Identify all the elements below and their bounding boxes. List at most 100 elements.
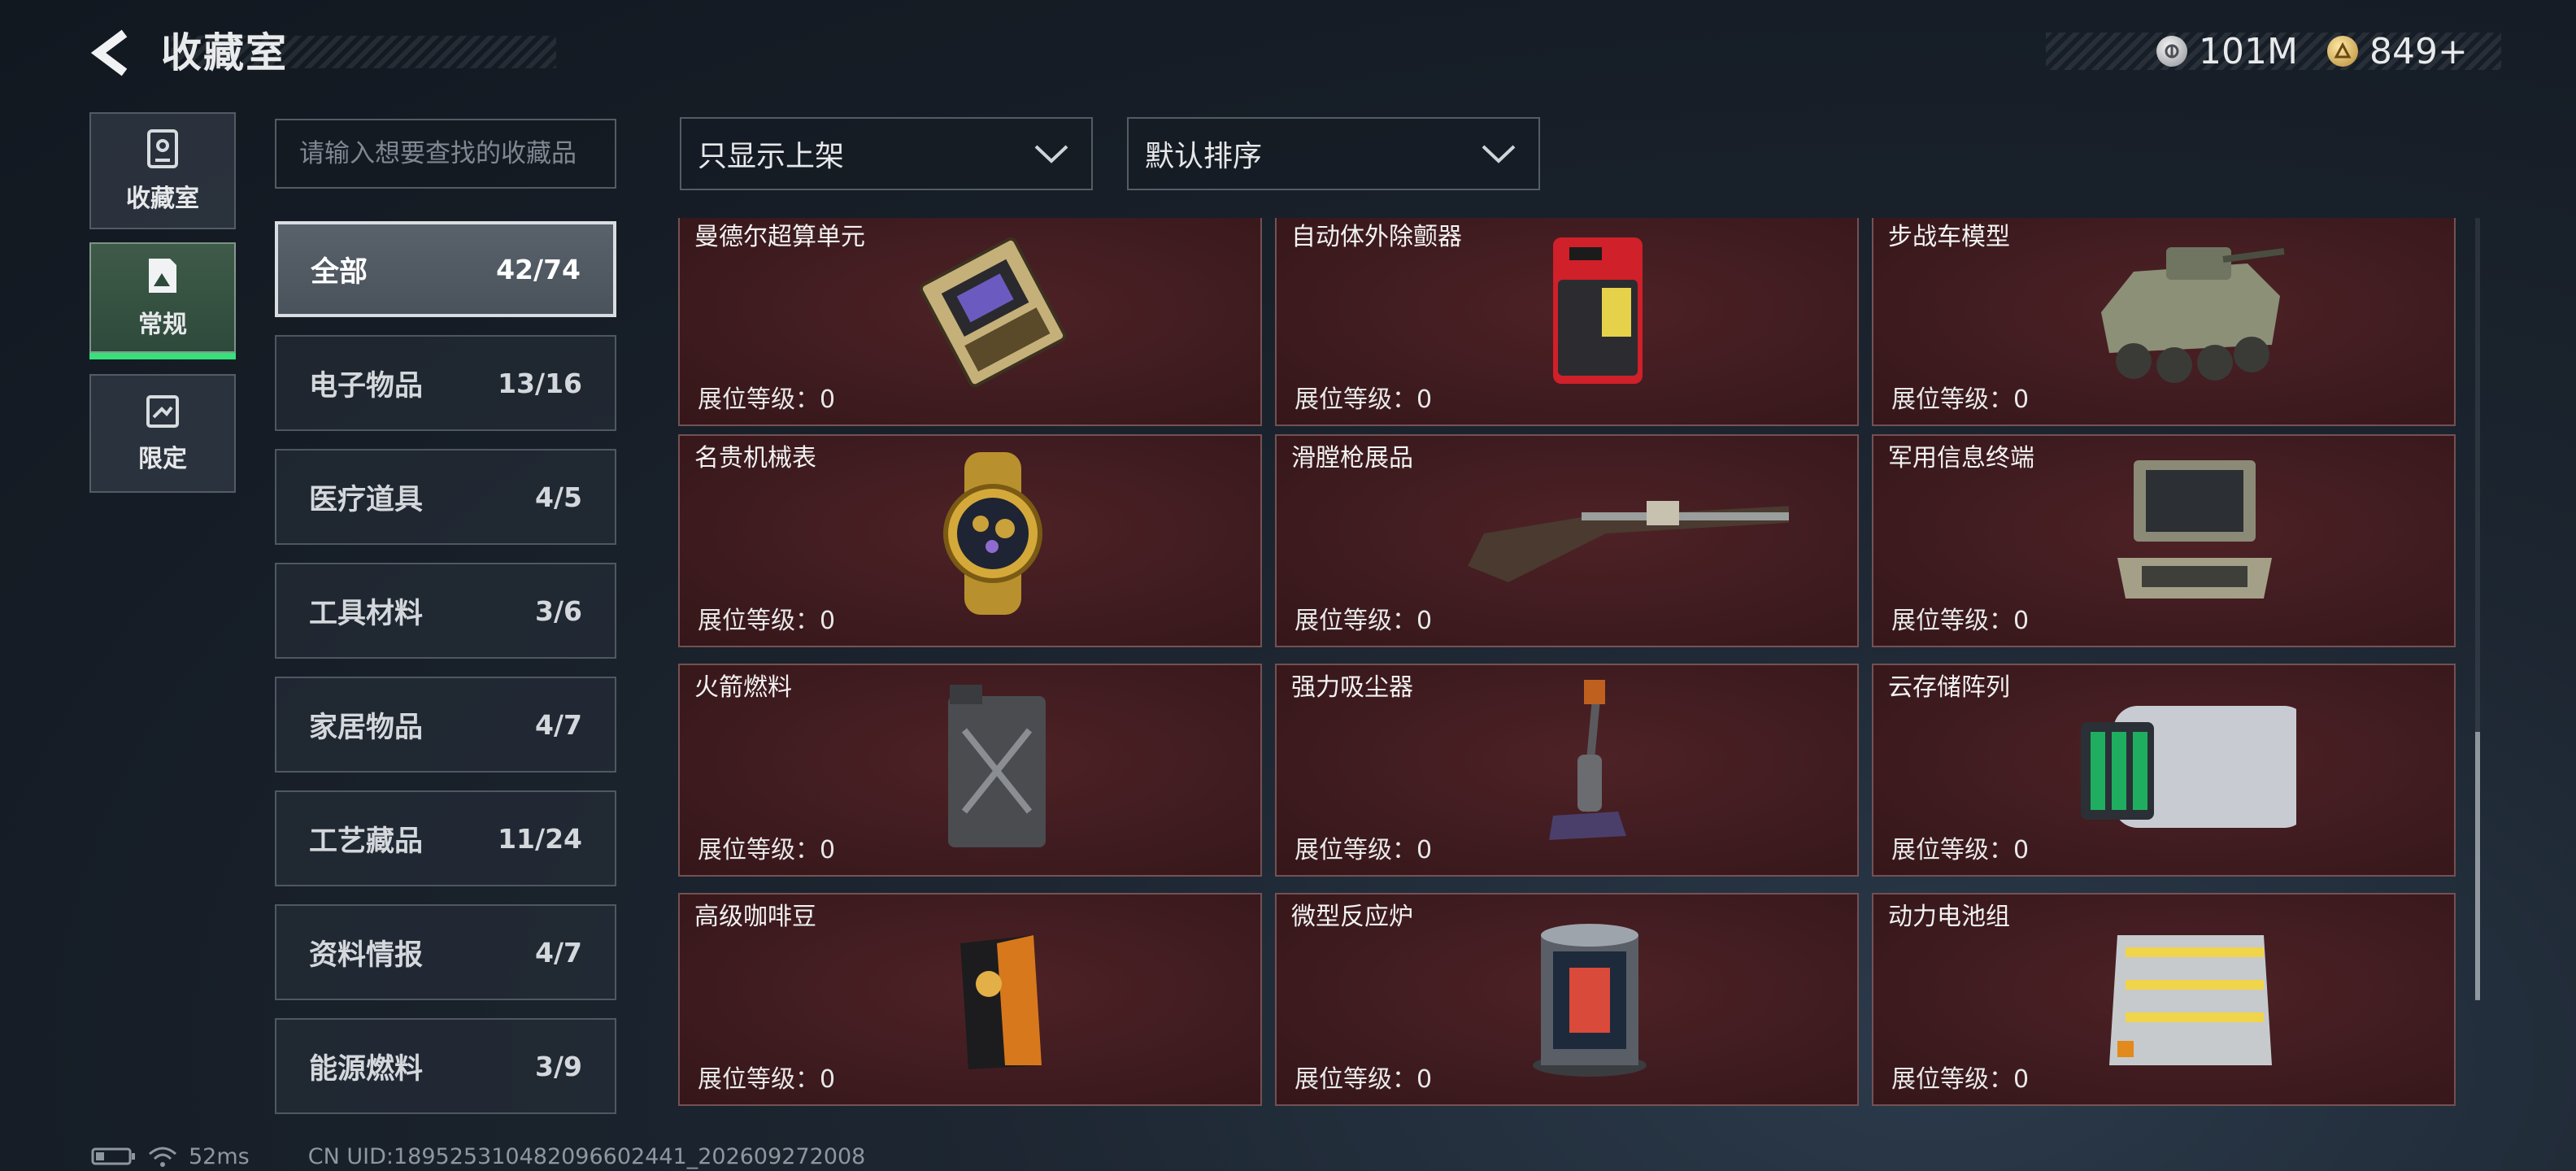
item-name: 高级咖啡豆	[694, 903, 816, 931]
chevron-down-icon	[1034, 145, 1068, 163]
item-name: 滑膛枪展品	[1291, 444, 1413, 472]
gold-currency-value: 849+	[2369, 30, 2468, 72]
category-crafts[interactable]: 工艺藏品 11/24	[275, 790, 616, 886]
regular-icon	[149, 259, 176, 293]
silver-currency-value: 101M	[2199, 30, 2298, 72]
item-card[interactable]: 微型反应炉 展位等级：0	[1275, 893, 1859, 1106]
rail-label: 限定	[138, 445, 187, 473]
micro-reactor-icon	[1533, 924, 1647, 1077]
category-count: 4/7	[535, 708, 582, 741]
item-card[interactable]: 名贵机械表 展位等级：0	[678, 434, 1262, 647]
item-level: 展位等级：0	[1891, 1065, 2030, 1094]
category-count: 42/74	[496, 253, 581, 285]
item-name: 军用信息终端	[1888, 444, 2034, 472]
rail-label: 收藏室	[126, 185, 199, 213]
gold-coin-icon	[2327, 36, 2358, 67]
silver-currency[interactable]: 101M	[2156, 28, 2298, 75]
collection-room-icon	[147, 129, 178, 168]
item-card[interactable]: 自动体外除颤器 展位等级：0	[1275, 218, 1859, 426]
sort-value: 默认排序	[1145, 140, 1263, 173]
item-level: 展位等级：0	[1295, 385, 1433, 414]
rail-collection-room[interactable]: 收藏室	[89, 112, 236, 229]
item-level: 展位等级：0	[1891, 607, 2030, 635]
item-card[interactable]: 火箭燃料 展位等级：0	[678, 664, 1262, 877]
back-button[interactable]	[85, 24, 141, 81]
supercomputer-unit-icon	[919, 237, 1067, 388]
category-tools[interactable]: 工具材料 3/6	[275, 563, 616, 659]
category-count: 13/16	[498, 367, 582, 399]
page-title: 收藏室	[161, 29, 288, 76]
rail-active-indicator	[89, 353, 236, 359]
category-name: 工艺藏品	[309, 825, 424, 858]
category-count: 4/7	[535, 936, 582, 969]
luxury-watch-icon	[943, 452, 1042, 615]
item-grid: 曼德尔超算单元 展位等级：0 自动体外除颤器 展位等级：0 步战车模型 展位等级…	[678, 218, 2467, 1112]
category-name: 资料情报	[309, 938, 424, 972]
item-card[interactable]: 步战车模型 展位等级：0	[1872, 218, 2456, 426]
battery-icon	[91, 1147, 135, 1165]
category-intel[interactable]: 资料情报 4/7	[275, 904, 616, 1000]
item-level: 展位等级：0	[698, 836, 836, 864]
category-count: 3/6	[535, 594, 582, 627]
item-level: 展位等级：0	[1295, 1065, 1433, 1094]
item-card[interactable]: 强力吸尘器 展位等级：0	[1275, 664, 1859, 877]
category-count: 4/5	[535, 481, 582, 513]
item-name: 步战车模型	[1888, 223, 2010, 251]
cloud-storage-array-icon	[2081, 706, 2296, 828]
category-count: 11/24	[498, 822, 582, 855]
limited-icon	[146, 395, 179, 428]
category-name: 能源燃料	[309, 1052, 424, 1086]
category-name: 全部	[311, 255, 368, 289]
item-level: 展位等级：0	[1295, 607, 1433, 635]
item-card[interactable]: 高级咖啡豆 展位等级：0	[678, 893, 1262, 1106]
category-all[interactable]: 全部 42/74	[275, 221, 616, 317]
item-name: 动力电池组	[1888, 903, 2010, 931]
rail-regular[interactable]: 常规	[89, 242, 236, 353]
item-level: 展位等级：0	[1891, 836, 2030, 864]
category-energy[interactable]: 能源燃料 3/9	[275, 1018, 616, 1114]
item-level: 展位等级：0	[698, 1065, 836, 1094]
display-filter-value: 只显示上架	[698, 140, 845, 173]
status-bar: 52ms CN UID:18952531048209660244​1_20260…	[91, 1142, 865, 1171]
item-level: 展位等级：0	[1891, 385, 2030, 414]
military-terminal-icon	[2117, 460, 2272, 599]
rail-limited[interactable]: 限定	[89, 374, 236, 493]
rocket-fuel-can-icon	[948, 685, 1046, 847]
item-card[interactable]: 滑膛枪展品 展位等级：0	[1275, 434, 1859, 647]
scrollbar-thumb[interactable]	[2475, 732, 2480, 1000]
category-medical[interactable]: 医疗道具 4/5	[275, 449, 616, 545]
item-name: 云存储阵列	[1888, 673, 2010, 702]
search-input[interactable]	[276, 120, 615, 187]
silver-coin-icon	[2156, 36, 2187, 67]
category-name: 家居物品	[309, 711, 424, 744]
item-name: 曼德尔超算单元	[694, 223, 865, 251]
back-arrow-icon	[90, 29, 128, 76]
item-name: 微型反应炉	[1291, 903, 1413, 931]
ping-value: 52ms	[189, 1143, 250, 1169]
rail-label: 常规	[138, 311, 187, 339]
uid-text: CN UID:18952531048209660244​1_2026092720…	[307, 1143, 866, 1169]
item-name: 自动体外除颤器	[1291, 223, 1462, 251]
item-card[interactable]: 云存储阵列 展位等级：0	[1872, 664, 2456, 877]
sort-dropdown[interactable]: 默认排序	[1127, 117, 1540, 190]
item-name: 名贵机械表	[694, 444, 816, 472]
coffee-bag-icon	[960, 935, 1042, 1069]
item-card[interactable]: 曼德尔超算单元 展位等级：0	[678, 218, 1262, 426]
defibrillator-icon	[1553, 237, 1643, 384]
category-electronics[interactable]: 电子物品 13/16	[275, 335, 616, 431]
wifi-icon	[149, 1147, 176, 1167]
item-level: 展位等级：0	[1295, 836, 1433, 864]
display-filter-dropdown[interactable]: 只显示上架	[680, 117, 1093, 190]
category-household[interactable]: 家居物品 4/7	[275, 677, 616, 773]
item-card[interactable]: 动力电池组 展位等级：0	[1872, 893, 2456, 1106]
category-name: 工具材料	[309, 597, 424, 630]
category-count: 3/9	[535, 1050, 582, 1082]
item-name: 火箭燃料	[694, 673, 792, 702]
armored-vehicle-model-icon	[2101, 247, 2285, 383]
chevron-down-icon	[1482, 145, 1516, 163]
item-level: 展位等级：0	[698, 385, 836, 414]
item-level: 展位等级：0	[698, 607, 836, 635]
search-box[interactable]	[275, 119, 616, 189]
item-card[interactable]: 军用信息终端 展位等级：0	[1872, 434, 2456, 647]
gold-currency[interactable]: 849+	[2327, 28, 2468, 75]
